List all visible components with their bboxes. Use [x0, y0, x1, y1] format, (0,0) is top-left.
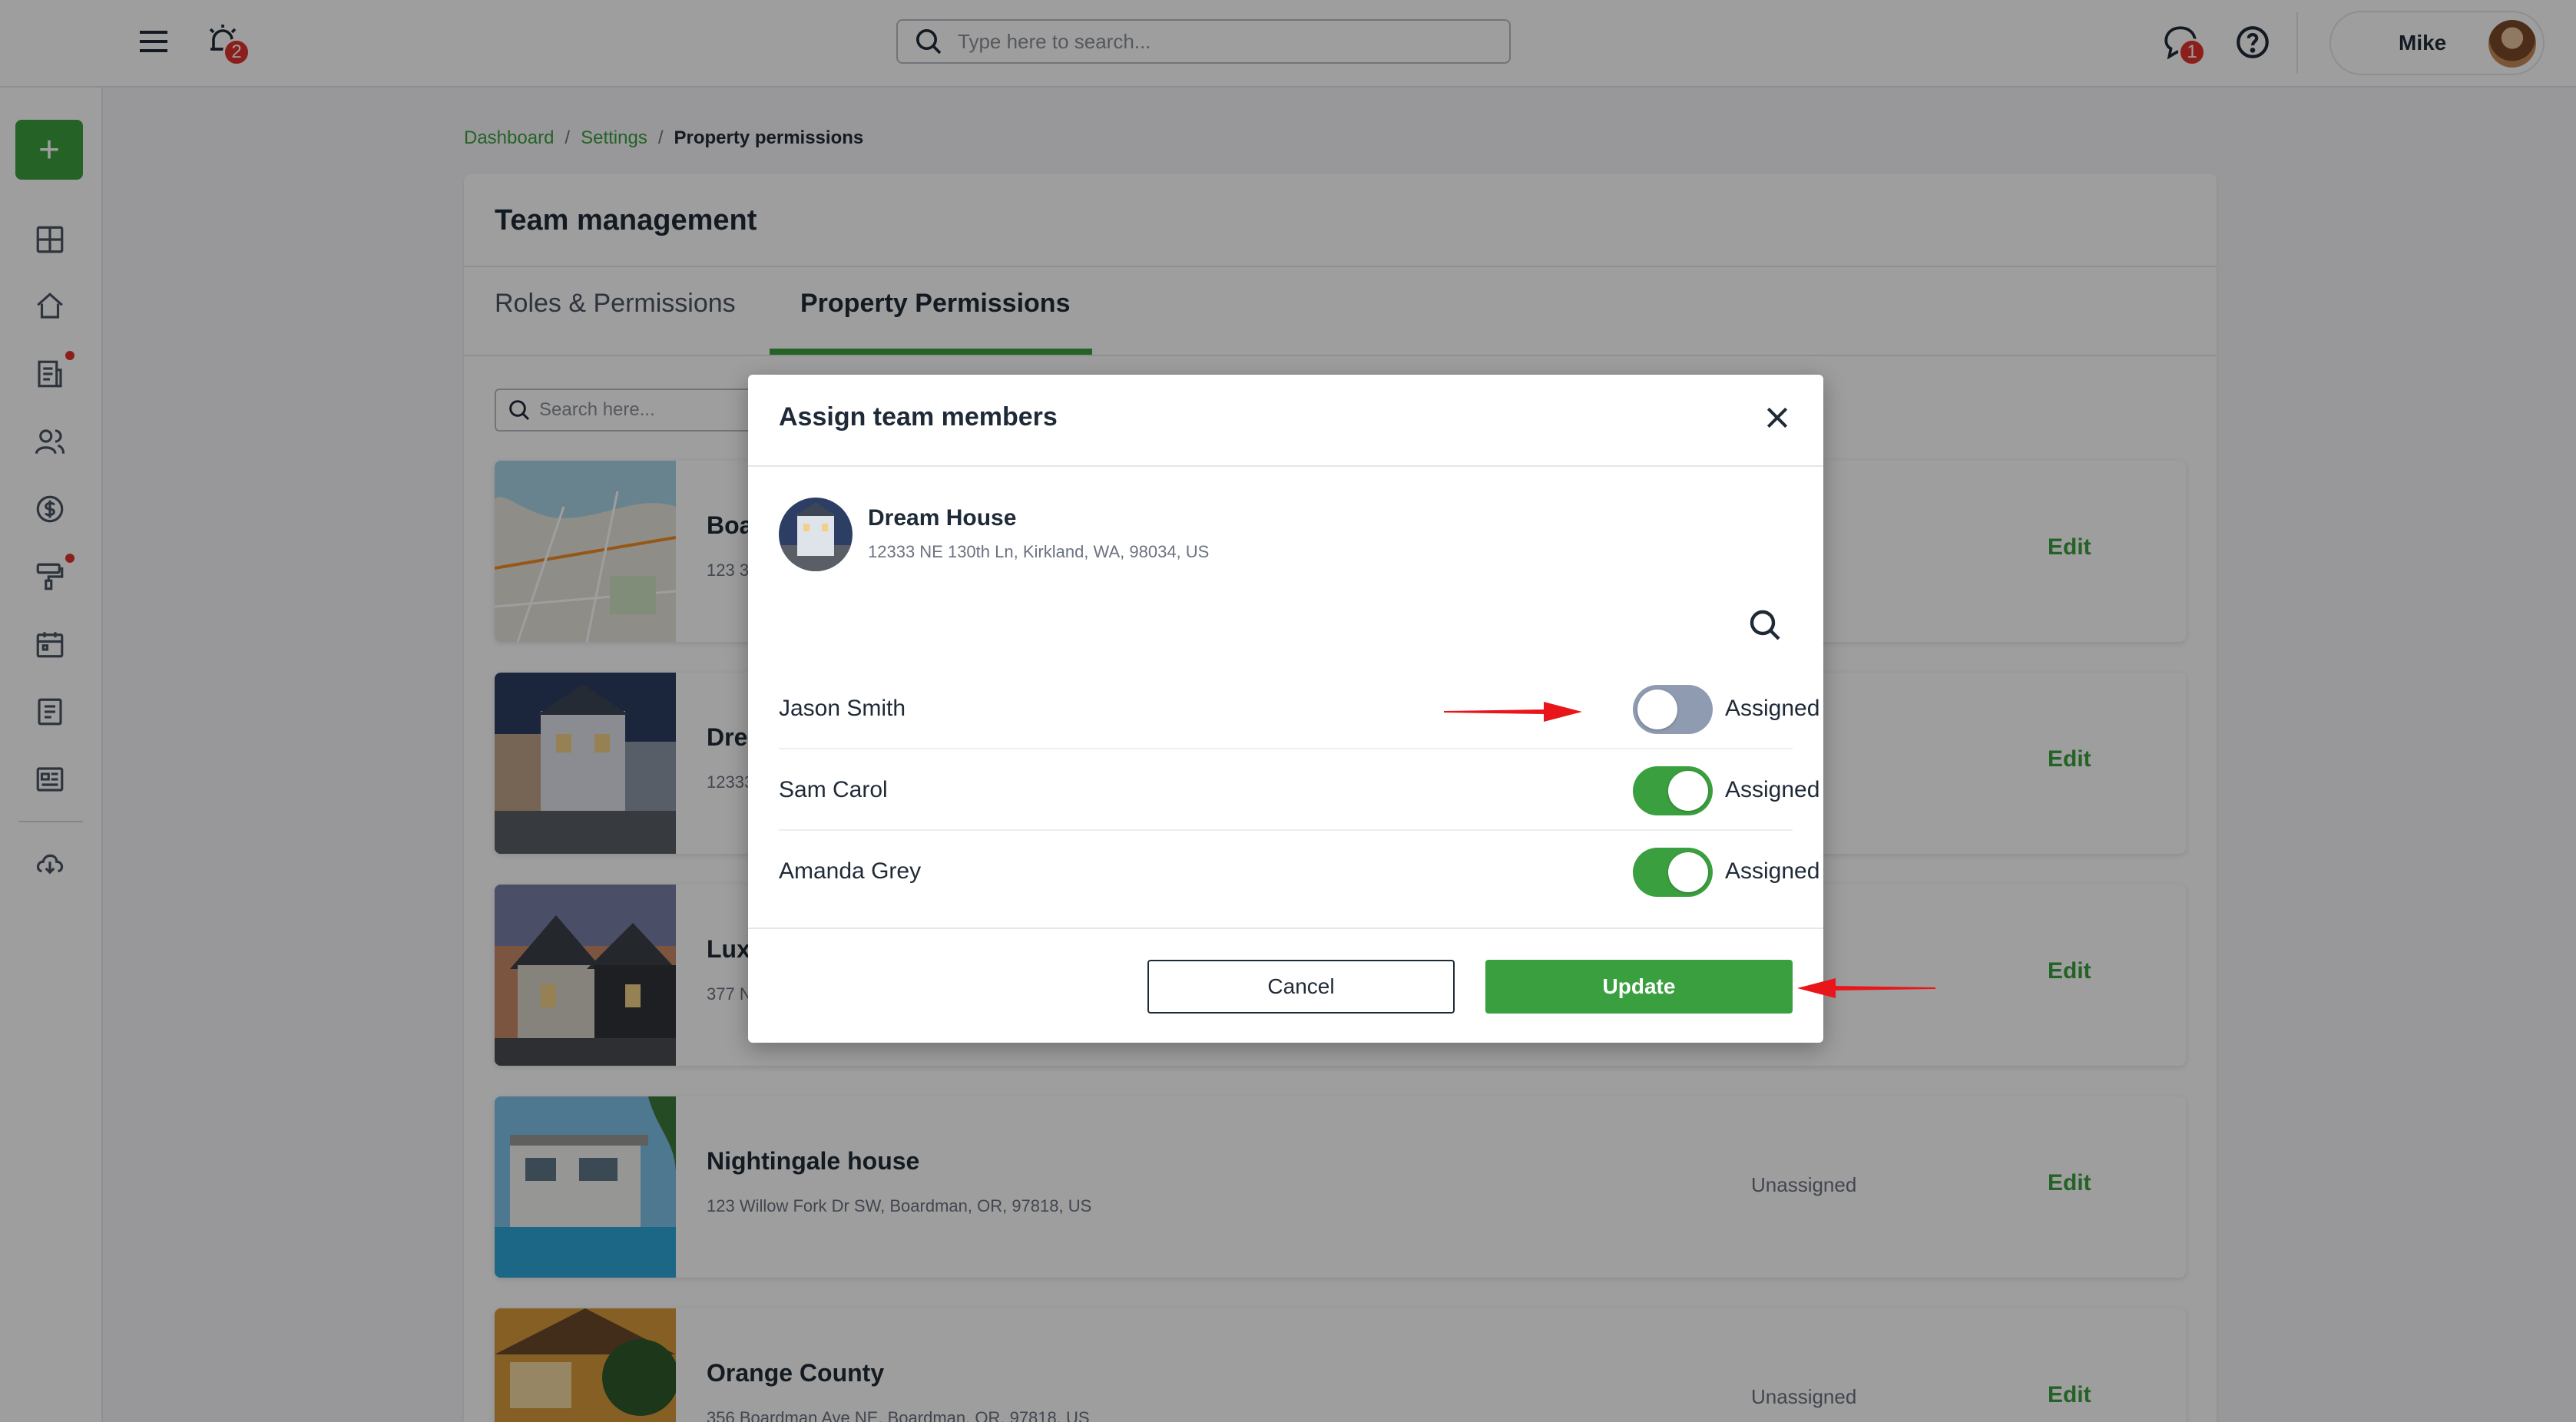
- annotation-arrow-icon: [1444, 702, 1582, 722]
- member-status: Assigned: [1725, 858, 1820, 884]
- cancel-button[interactable]: Cancel: [1147, 960, 1455, 1014]
- member-name: Jason Smith: [779, 696, 906, 721]
- member-row: Amanda Grey Assigned: [779, 831, 1819, 912]
- member-status: Assigned: [1725, 777, 1820, 802]
- member-row: Sam Carol Assigned: [779, 749, 1819, 831]
- dialog-title: Assign team members: [779, 402, 1058, 432]
- member-name: Amanda Grey: [779, 858, 922, 884]
- assign-toggle[interactable]: [1633, 685, 1713, 734]
- property-address: 12333 NE 130th Ln, Kirkland, WA, 98034, …: [868, 542, 1210, 561]
- annotation-arrow-icon: [1797, 978, 1935, 998]
- toggle-knob: [1637, 690, 1677, 729]
- search-icon[interactable]: [1747, 607, 1785, 645]
- assign-toggle[interactable]: [1633, 766, 1713, 815]
- update-button[interactable]: Update: [1485, 960, 1793, 1014]
- divider: [748, 465, 1823, 467]
- member-row: Jason Smith Assigned: [779, 668, 1819, 749]
- member-name: Sam Carol: [779, 777, 888, 802]
- toggle-knob: [1668, 852, 1708, 892]
- close-icon[interactable]: [1762, 402, 1793, 433]
- assign-team-members-dialog: Assign team members Dream House 12333 NE…: [748, 375, 1823, 1043]
- property-thumbnail: [779, 498, 853, 571]
- assign-toggle[interactable]: [1633, 848, 1713, 897]
- toggle-knob: [1668, 771, 1708, 811]
- divider: [748, 928, 1823, 929]
- member-status: Assigned: [1725, 696, 1820, 721]
- property-name: Dream House: [868, 505, 1017, 531]
